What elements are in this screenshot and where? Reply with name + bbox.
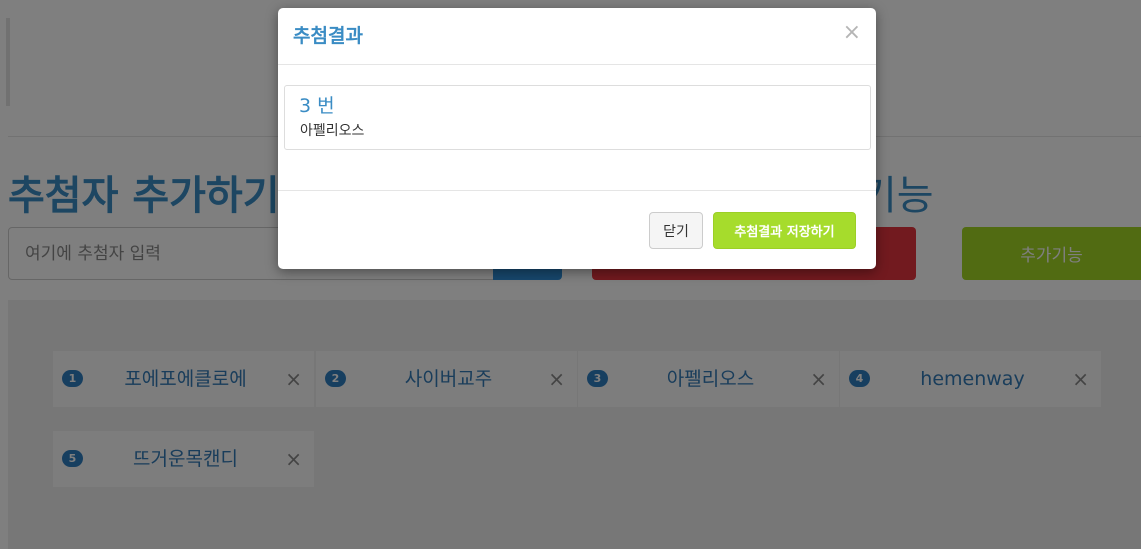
result-name: 아펠리오스 — [300, 123, 365, 139]
save-result-button[interactable]: 추첨결과 저장하기 — [713, 212, 856, 249]
modal-title: 추첨결과 — [293, 25, 363, 47]
close-icon[interactable]: × — [843, 21, 861, 45]
result-card: 3 번 아펠리오스 — [284, 85, 871, 150]
modal-footer: 닫기 추첨결과 저장하기 — [278, 190, 876, 269]
close-button[interactable]: 닫기 — [649, 212, 703, 249]
modal-header: 추첨결과 × — [278, 8, 876, 65]
draw-result-modal: 추첨결과 × 3 번 아펠리오스 닫기 추첨결과 저장하기 — [278, 8, 876, 269]
result-number: 3 번 — [299, 95, 335, 117]
